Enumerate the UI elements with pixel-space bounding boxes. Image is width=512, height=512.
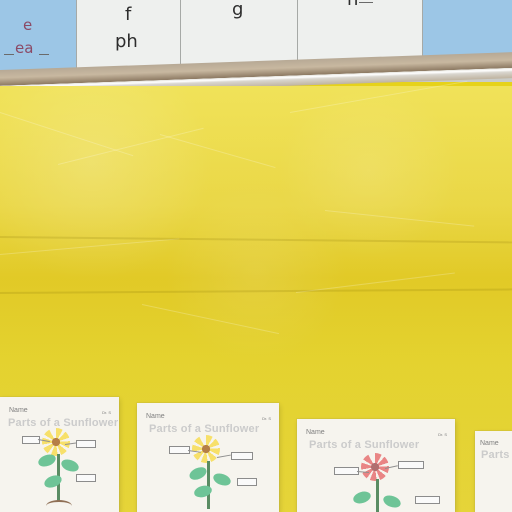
sunflower-head-icon — [42, 428, 70, 456]
paper-wrinkle — [141, 304, 280, 335]
leaf-icon — [192, 483, 214, 500]
paper-wrinkle — [159, 134, 276, 169]
sunflower-stem — [376, 479, 379, 512]
label-line — [216, 454, 231, 458]
worksheet-title: Parts — [481, 449, 510, 461]
chart-letter-f: f — [125, 4, 132, 25]
chart-letter-g: g — [232, 0, 244, 20]
worksheet-author: Dr. S — [262, 416, 271, 421]
worksheet-name-line: Name — [9, 407, 28, 414]
paper-fold-shadow — [0, 288, 512, 294]
leaf-icon — [42, 473, 64, 490]
paper-wrinkle — [289, 80, 468, 113]
chart-subtext-ea: ea — [15, 39, 34, 57]
paper-wrinkle — [324, 210, 475, 227]
chart-rule-left — [4, 54, 14, 55]
paper-fold-shadow — [0, 236, 512, 244]
worksheet-sunflower-3: Name Parts of a Sunflower Dr. S — [297, 419, 455, 512]
chart-rule-right — [39, 54, 49, 55]
label-box — [237, 478, 257, 486]
worksheet-title: Parts of a Sunflower — [309, 439, 420, 451]
worksheet-sunflower-4-partial: Name Parts — [475, 431, 512, 512]
label-box — [398, 461, 424, 469]
chart-subtext-ph: ph — [115, 31, 138, 52]
leaf-icon — [381, 493, 403, 510]
label-box — [231, 452, 253, 460]
sunflower-head-icon — [192, 435, 220, 463]
label-box — [334, 467, 359, 475]
worksheet-name-line: Name — [146, 413, 165, 420]
label-box — [415, 496, 440, 504]
leaf-icon — [351, 489, 373, 506]
leaf-icon — [59, 457, 81, 474]
worksheet-sunflower-2: Name Parts of a Sunflower Dr. S — [137, 403, 279, 512]
roots-icon — [46, 500, 72, 512]
worksheet-title: Parts of a Sunflower — [149, 423, 260, 435]
classroom-bulletin-board-photo: e ea f ph g n Name Parts of a — [0, 0, 512, 512]
paper-wrinkle — [0, 238, 180, 255]
leaf-icon — [36, 452, 58, 469]
leaf-icon — [211, 471, 233, 488]
worksheet-sunflower-1: Name Parts of a Sunflower Dr. S — [0, 397, 119, 512]
paper-wrinkle — [57, 127, 204, 165]
worksheet-name-line: Name — [480, 440, 499, 447]
chart-letter-n: n — [347, 0, 358, 9]
worksheet-name-line: Name — [306, 429, 325, 436]
worksheet-title: Parts of a Sunflower — [8, 417, 119, 429]
worksheet-author: Dr. S — [102, 410, 111, 415]
label-box — [76, 440, 96, 448]
chart-card-e: e ea — [0, 0, 78, 78]
label-box — [169, 446, 190, 454]
chart-letter-e: e — [23, 16, 33, 34]
chart-rule-n — [359, 2, 373, 3]
worksheet-author: Dr. S — [438, 432, 447, 437]
leaf-icon — [187, 464, 209, 483]
label-box — [76, 474, 96, 482]
